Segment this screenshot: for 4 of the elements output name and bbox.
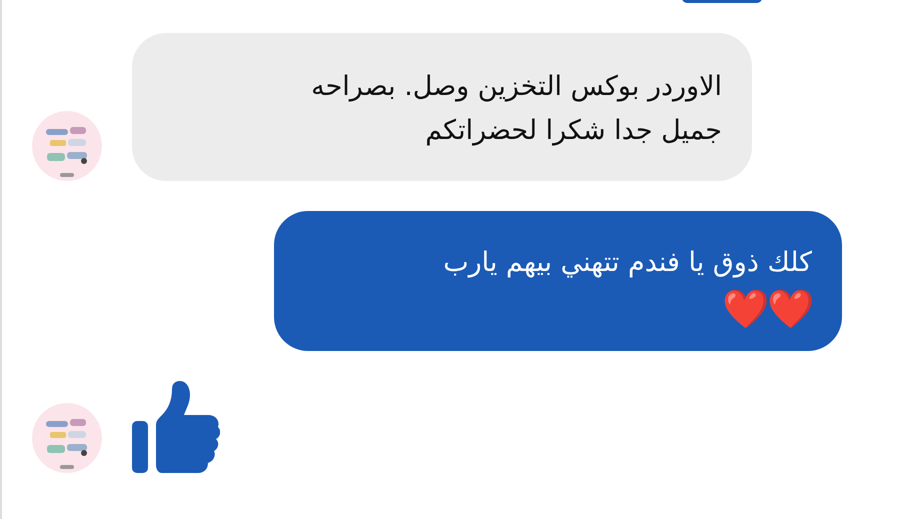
message-text: الاوردر بوكس التخزين وصل. بصراحه جميل جدا شكرا لحضراتكم (310, 70, 722, 148)
thumbs-up-icon (132, 381, 220, 473)
message-text: كلك ذوق يا فندم تتهني بيهم يارب (442, 246, 812, 280)
heart-emoji: ❤❤ (721, 286, 812, 333)
